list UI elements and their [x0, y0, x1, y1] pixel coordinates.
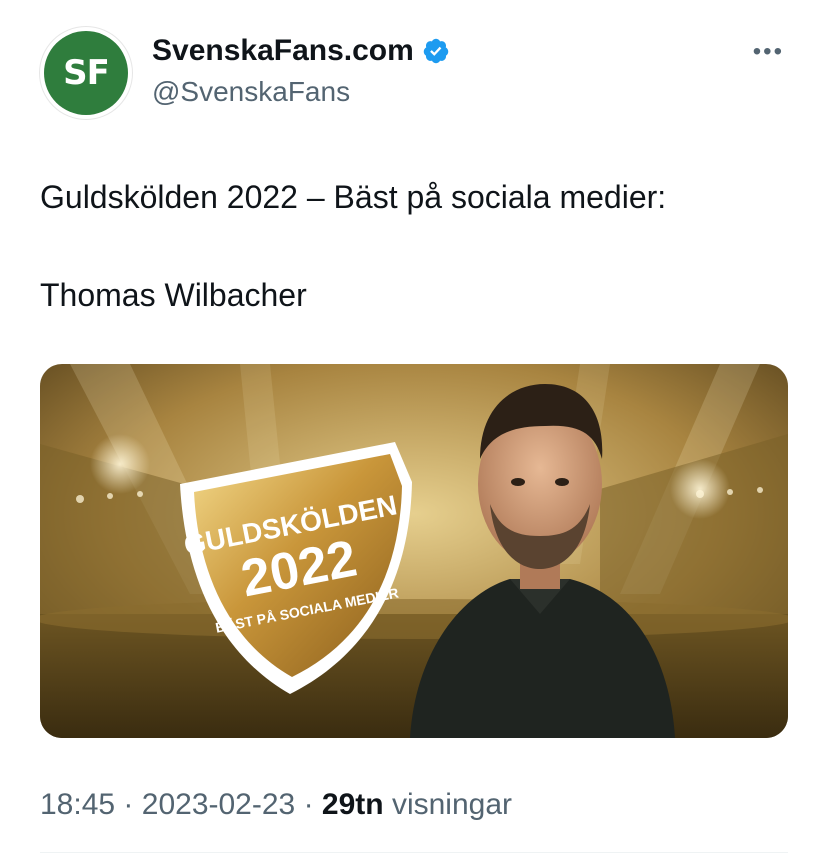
avatar-logo: SF	[44, 31, 128, 115]
author-name-row: SvenskaFans.com	[152, 34, 450, 68]
tweet-line-2: Thomas Wilbacher	[40, 277, 307, 313]
divider	[40, 852, 788, 853]
views-label: visningar	[391, 788, 513, 821]
award-graphic: GULDSKÖLDEN 2022 BÄST PÅ SOCIALA MEDIER	[40, 364, 788, 738]
meta-separator: ·	[123, 788, 134, 821]
tweet-line-1: Guldskölden 2022 – Bäst på sociala medie…	[40, 179, 667, 215]
tweet-date[interactable]: 2023-02-23	[142, 788, 295, 821]
avatar[interactable]: SF	[40, 27, 132, 119]
tweet-time[interactable]: 18:45	[40, 788, 115, 821]
tweet-text: Guldskölden 2022 – Bäst på sociala medie…	[40, 177, 666, 315]
display-name[interactable]: SvenskaFans.com	[152, 34, 414, 68]
meta-separator: ·	[303, 788, 314, 821]
verified-badge-icon	[423, 38, 449, 64]
views-count[interactable]: 29tn	[322, 788, 384, 821]
handle[interactable]: @SvenskaFans	[152, 76, 350, 108]
tweet-meta: 18:45 · 2023-02-23 · 29tn visningar	[40, 788, 512, 822]
tweet-media-image[interactable]: GULDSKÖLDEN 2022 BÄST PÅ SOCIALA MEDIER	[40, 364, 788, 738]
more-options-icon[interactable]: •••	[753, 38, 784, 66]
